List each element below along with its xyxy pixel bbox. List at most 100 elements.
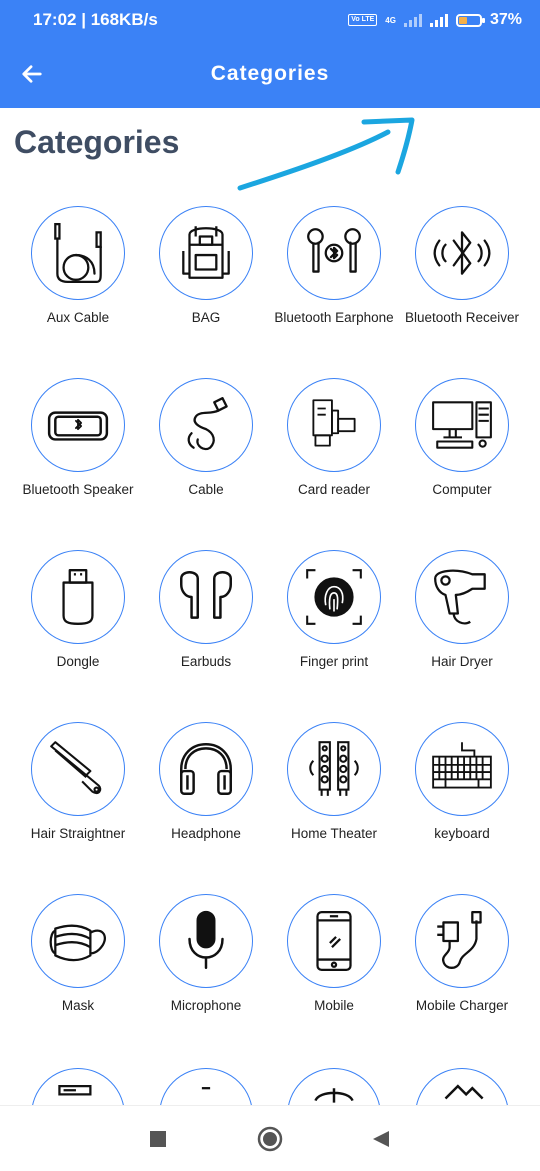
card-reader-icon [312, 399, 356, 447]
back-nav-button[interactable] [368, 1126, 394, 1152]
status-speed: | 168KB/s [81, 10, 158, 29]
category-label: Headphone [171, 826, 241, 841]
app-bar: Categories [0, 40, 540, 108]
volte-icon: Vo LTE [348, 14, 378, 26]
circle-icon [257, 1126, 283, 1152]
bluetooth-receiver-icon [433, 231, 491, 275]
category-circle [159, 550, 253, 644]
back-triangle-icon [373, 1131, 389, 1147]
category-circle [287, 378, 381, 472]
category-label: Home Theater [290, 826, 378, 841]
category-item[interactable]: Aux Cable [14, 206, 142, 378]
category-label: Mobile [314, 998, 354, 1013]
category-circle [287, 206, 381, 300]
network-type: 4G [385, 15, 396, 25]
category-label: Bluetooth Speaker [22, 482, 134, 497]
bluetooth-speaker-icon [47, 411, 109, 441]
category-circle [415, 894, 509, 988]
category-label: Microphone [170, 998, 242, 1013]
battery-percent: 37% [489, 11, 522, 28]
bluetooth-earphone-icon [307, 228, 361, 273]
category-item[interactable]: Hair Dryer [398, 550, 526, 722]
home-theater-icon [309, 741, 359, 796]
cable-icon [187, 397, 228, 451]
dongle-icon [62, 569, 94, 625]
category-circle [31, 378, 125, 472]
category-circle [31, 722, 125, 816]
back-button[interactable] [12, 54, 52, 94]
category-label: keyboard [434, 826, 490, 841]
category-circle [287, 894, 381, 988]
category-item[interactable]: Cable [142, 378, 270, 550]
category-item[interactable]: Mobile Charger [398, 894, 526, 1066]
category-label: Bluetooth Earphone [274, 310, 394, 325]
category-label: Mask [61, 998, 95, 1013]
status-time: 17:02 [33, 10, 77, 29]
category-label: Hair Straightner [30, 826, 126, 841]
mobile-charger-icon [437, 910, 482, 969]
keyboard-icon [432, 742, 492, 789]
square-icon [150, 1131, 166, 1147]
category-item[interactable]: Mask [14, 894, 142, 1066]
microphone-icon [188, 910, 224, 970]
category-item[interactable]: Card reader [270, 378, 398, 550]
category-item[interactable]: Hair Straightner [14, 722, 142, 894]
category-item[interactable]: Headphone [142, 722, 270, 894]
mobile-icon [316, 910, 352, 972]
category-circle [415, 722, 509, 816]
category-label: Computer [432, 482, 492, 497]
category-circle [159, 894, 253, 988]
category-item[interactable]: Home Theater [270, 722, 398, 894]
category-circle [287, 722, 381, 816]
computer-icon [432, 401, 492, 449]
category-label: Card reader [297, 482, 371, 497]
category-circle [159, 378, 253, 472]
category-item[interactable]: Computer [398, 378, 526, 550]
category-label: Mobile Charger [415, 998, 509, 1013]
category-item[interactable]: Finger print [270, 550, 398, 722]
hair-dryer-icon [434, 569, 486, 625]
recents-button[interactable] [145, 1126, 171, 1152]
category-item[interactable]: Bluetooth Receiver [398, 206, 526, 378]
page-title: Categories [14, 124, 180, 160]
category-item[interactable]: Microphone [142, 894, 270, 1066]
category-item[interactable]: Dongle [14, 550, 142, 722]
hair-straightener-icon [50, 741, 102, 795]
category-label: Aux Cable [46, 310, 110, 325]
category-label: Dongle [56, 654, 100, 669]
category-circle [31, 206, 125, 300]
category-label: Hair Dryer [431, 654, 493, 669]
category-grid: Aux Cable BAG Bluetooth Earphone Bluetoo… [14, 206, 526, 1066]
category-item[interactable]: BAG [142, 206, 270, 378]
category-label: Finger print [299, 654, 369, 669]
category-circle [415, 550, 509, 644]
category-item[interactable]: Bluetooth Earphone [270, 206, 398, 378]
status-bar: 17:02 | 168KB/s Vo LTE 4G 37% [0, 0, 540, 40]
status-right: Vo LTE 4G 37% [348, 11, 522, 29]
signal-icon [403, 13, 422, 27]
earbuds-icon [180, 571, 232, 619]
category-item[interactable]: keyboard [398, 722, 526, 894]
arrow-left-icon [22, 65, 42, 83]
category-item[interactable]: Earbuds [142, 550, 270, 722]
system-nav-bar [0, 1105, 540, 1171]
category-circle [159, 206, 253, 300]
app-bar-title: Categories [210, 62, 330, 85]
category-circle [415, 206, 509, 300]
category-item[interactable]: Bluetooth Speaker [14, 378, 142, 550]
annotation-stroke [237, 117, 415, 191]
category-circle [31, 550, 125, 644]
category-item[interactable]: Mobile [270, 894, 398, 1066]
mask-icon [49, 924, 107, 962]
category-circle [415, 378, 509, 472]
signal-icon-2 [429, 13, 448, 27]
category-label: BAG [191, 310, 221, 325]
aux-cable-icon [54, 222, 102, 284]
category-circle [287, 550, 381, 644]
headphone-icon [180, 743, 232, 795]
fingerprint-icon [306, 569, 362, 625]
category-circle [31, 894, 125, 988]
home-button[interactable] [257, 1126, 283, 1152]
category-label: Cable [188, 482, 224, 497]
category-label: Bluetooth Receiver [404, 310, 520, 325]
